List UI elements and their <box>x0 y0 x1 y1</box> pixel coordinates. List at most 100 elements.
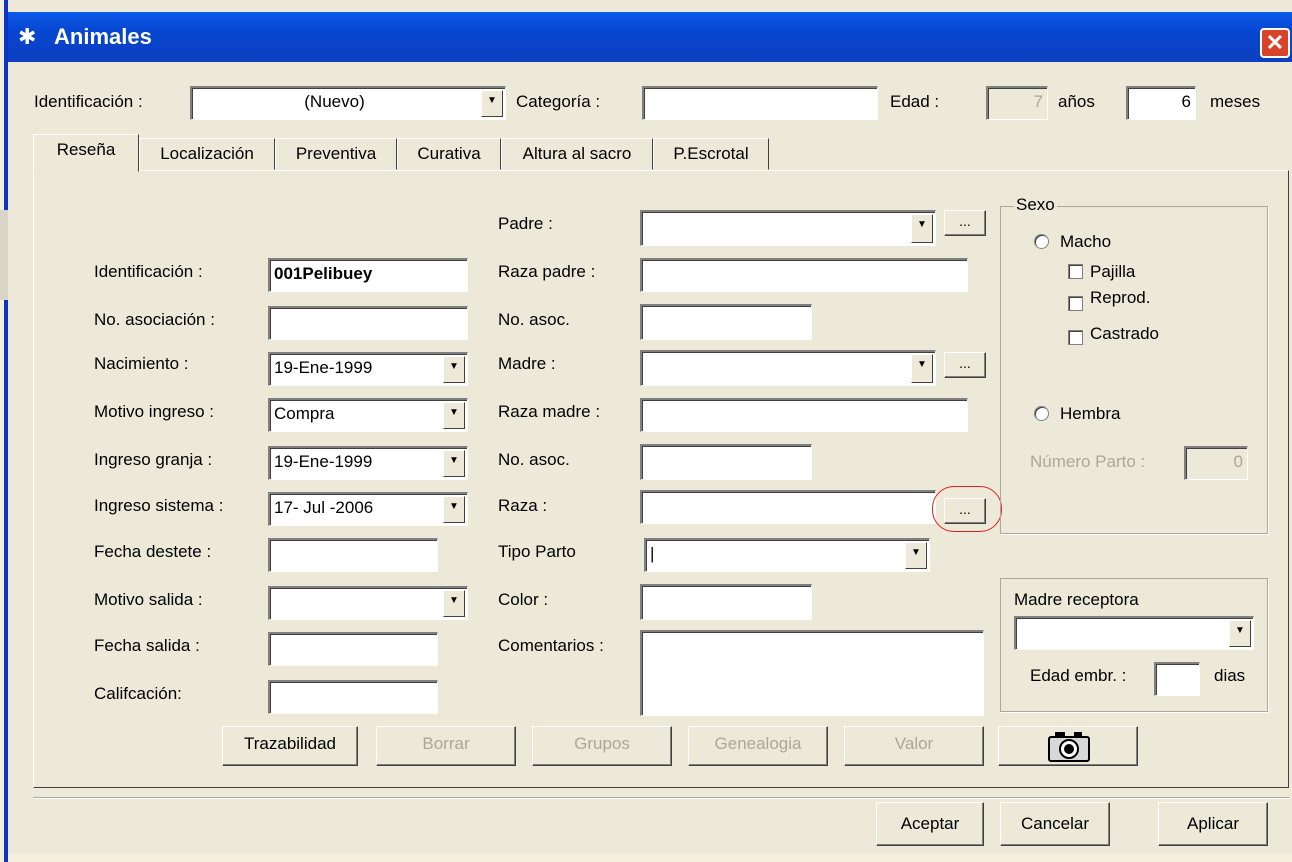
nacimiento-label: Nacimiento : <box>94 354 189 373</box>
identificacion-label: Identificación : <box>94 262 203 281</box>
ingreso-granja-label: Ingreso granja : <box>94 450 213 469</box>
tab-preventiva[interactable]: Preventiva <box>275 138 397 170</box>
fecha-destete-field[interactable] <box>268 538 438 572</box>
meses-label: meses <box>1210 92 1261 111</box>
close-icon: ✕ <box>1265 30 1285 55</box>
aceptar-button[interactable]: Aceptar <box>876 802 984 846</box>
nacimiento-combo[interactable]: 19-Ene-1999 ▼ <box>268 352 468 386</box>
app-animal-icon: ✱ <box>18 24 37 49</box>
color-field[interactable] <box>640 584 812 620</box>
asociacion-label: No. asociación : <box>94 310 215 329</box>
identificacion-field[interactable]: 001Pelibuey <box>268 258 468 292</box>
madre-browse-button[interactable]: ... <box>944 352 986 378</box>
chevron-down-icon[interactable]: ▼ <box>443 356 465 383</box>
madre-receptora-label: Madre receptora <box>1014 590 1139 609</box>
padre-browse-button[interactable]: ... <box>944 210 986 236</box>
calificacion-field[interactable] <box>268 680 438 714</box>
madre-combo[interactable]: ▼ <box>640 350 936 386</box>
header-identificacion-combo[interactable]: (Nuevo) ▼ <box>190 86 506 120</box>
no-asoc-padre-field[interactable] <box>640 304 812 340</box>
macho-label: Macho <box>1060 232 1112 251</box>
motivo-salida-combo[interactable]: ▼ <box>268 586 468 620</box>
reprod-label: Reprod. <box>1090 288 1151 307</box>
castrado-label: Castrado <box>1090 324 1159 343</box>
raza-label: Raza : <box>498 496 548 515</box>
tab-escrotal[interactable]: P.Escrotal <box>653 138 769 170</box>
pajilla-label: Pajilla <box>1090 262 1136 281</box>
header-identificacion-label: Identificación : <box>34 92 143 111</box>
reprod-checkbox[interactable] <box>1068 296 1083 311</box>
categoria-label: Categoría : <box>516 92 601 111</box>
numero-parto-label: Número Parto : <box>1030 452 1146 471</box>
ingreso-sistema-value: 17- Jul -2006 <box>274 498 374 517</box>
fecha-destete-label: Fecha destete : <box>94 542 212 561</box>
raza-padre-label: Raza padre : <box>498 262 596 281</box>
categoria-field[interactable] <box>642 86 878 120</box>
photo-button[interactable] <box>998 726 1138 766</box>
tipo-parto-value: | <box>650 544 655 563</box>
padre-combo[interactable]: ▼ <box>640 210 936 246</box>
sexo-group <box>1000 206 1268 534</box>
comentarios-textarea[interactable] <box>640 630 984 716</box>
tab-altura-sacro[interactable]: Altura al sacro <box>501 138 653 170</box>
aplicar-button[interactable]: Aplicar <box>1158 802 1268 846</box>
motivo-salida-label: Motivo salida : <box>94 590 203 609</box>
pajilla-checkbox[interactable] <box>1068 264 1083 279</box>
tab-curativa[interactable]: Curativa <box>397 138 501 170</box>
edad-embr-field[interactable] <box>1154 662 1200 696</box>
ingreso-granja-combo[interactable]: 19-Ene-1999 ▼ <box>268 446 468 480</box>
motivo-ingreso-value: Compra <box>274 404 335 423</box>
sexo-group-label: Sexo <box>1014 195 1057 214</box>
close-button[interactable]: ✕ <box>1260 28 1290 58</box>
asociacion-field[interactable] <box>268 306 468 340</box>
raza-field[interactable] <box>640 490 936 524</box>
hembra-radio[interactable] <box>1034 406 1049 421</box>
macho-radio[interactable] <box>1034 234 1049 249</box>
raza-madre-label: Raza madre : <box>498 402 601 421</box>
madre-label: Madre : <box>498 354 556 373</box>
calificacion-label: Califcación: <box>94 684 182 703</box>
nacimiento-value: 19-Ene-1999 <box>274 358 373 377</box>
grupos-button: Grupos <box>532 726 672 766</box>
highlight-circle <box>932 486 1002 532</box>
raza-padre-field[interactable] <box>640 258 968 292</box>
hembra-label: Hembra <box>1060 404 1121 423</box>
ingreso-sistema-label: Ingreso sistema : <box>94 496 224 515</box>
animales-window: ✱ Animales ✕ Identificación : (Nuevo) ▼ … <box>8 0 1292 854</box>
raza-madre-field[interactable] <box>640 398 968 432</box>
edad-years-field: 7 <box>986 86 1048 120</box>
no-asoc-madre-field[interactable] <box>640 444 812 480</box>
ingreso-granja-value: 19-Ene-1999 <box>274 452 373 471</box>
genealogia-button: Genealogia <box>688 726 828 766</box>
tipo-parto-combo[interactable]: | ▼ <box>644 538 930 572</box>
chevron-down-icon[interactable]: ▼ <box>481 90 503 117</box>
fecha-salida-label: Fecha salida : <box>94 636 200 655</box>
castrado-checkbox[interactable] <box>1068 330 1083 345</box>
motivo-ingreso-combo[interactable]: Compra ▼ <box>268 398 468 432</box>
chevron-down-icon[interactable]: ▼ <box>443 590 465 617</box>
chevron-down-icon[interactable]: ▼ <box>911 214 933 243</box>
fecha-salida-field[interactable] <box>268 632 438 666</box>
chevron-down-icon[interactable]: ▼ <box>443 402 465 429</box>
tab-localizacion[interactable]: Localización <box>139 138 275 170</box>
chevron-down-icon[interactable]: ▼ <box>1229 620 1251 647</box>
color-label: Color : <box>498 590 549 609</box>
chevron-down-icon[interactable]: ▼ <box>905 542 927 569</box>
ingreso-sistema-combo[interactable]: 17- Jul -2006 ▼ <box>268 492 468 526</box>
tab-resena[interactable]: Reseña <box>33 134 139 172</box>
title-bar[interactable]: ✱ Animales ✕ <box>8 12 1292 62</box>
chevron-down-icon[interactable]: ▼ <box>443 450 465 477</box>
motivo-ingreso-label: Motivo ingreso : <box>94 402 214 421</box>
comentarios-label: Comentarios : <box>498 636 604 655</box>
trazabilidad-button[interactable]: Trazabilidad <box>222 726 358 766</box>
chevron-down-icon[interactable]: ▼ <box>911 354 933 383</box>
dias-label: dias <box>1214 666 1246 685</box>
anos-label: años <box>1058 92 1095 111</box>
numero-parto-field: 0 <box>1184 446 1248 480</box>
madre-receptora-combo[interactable]: ▼ <box>1014 616 1254 650</box>
cancelar-button[interactable]: Cancelar <box>1000 802 1110 846</box>
header-identificacion-value: (Nuevo) <box>304 92 365 111</box>
edad-months-field[interactable]: 6 <box>1126 86 1196 120</box>
chevron-down-icon[interactable]: ▼ <box>443 496 465 523</box>
tipo-parto-label: Tipo Parto <box>498 542 576 561</box>
